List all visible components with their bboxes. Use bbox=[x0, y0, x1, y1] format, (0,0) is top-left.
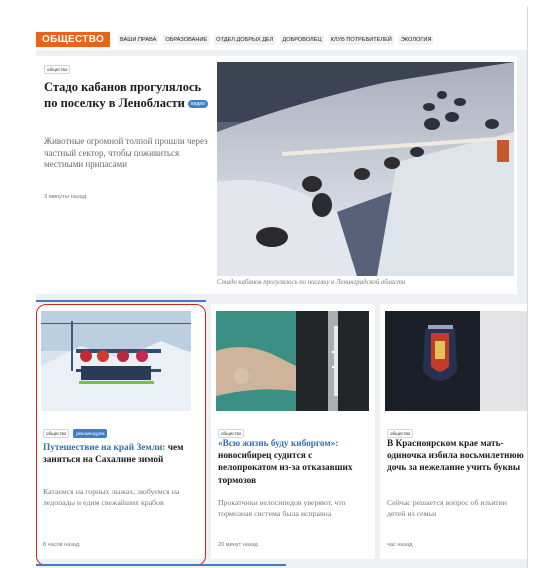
section-divider bbox=[36, 300, 206, 302]
card-lead: Сейчас решается вопрос об изъятии детей … bbox=[387, 498, 507, 518]
right-border bbox=[527, 6, 528, 568]
main-story[interactable]: общество Стадо кабанов прогулялось по по… bbox=[36, 56, 517, 294]
arm-xray-image bbox=[216, 311, 369, 411]
boars-in-snow-image bbox=[217, 62, 514, 276]
page: ОБЩЕСТВО ВАШИ ПРАВА ОБРАЗОВАНИЕ ОТДЕЛ ДО… bbox=[0, 0, 539, 568]
card-title-rest[interactable]: В Красноярском крае мать-одиночка избила… bbox=[387, 439, 524, 473]
main-story-tag[interactable]: общество bbox=[44, 65, 71, 74]
card-image-police[interactable] bbox=[385, 311, 527, 411]
nav-link-volunteer[interactable]: ДОБРОВОЛЕЦ bbox=[280, 35, 324, 45]
nav-link-ecology[interactable]: ЭКОЛОГИЯ bbox=[398, 35, 434, 45]
nav-link-rights[interactable]: ВАШИ ПРАВА bbox=[118, 35, 159, 45]
card-title[interactable]: «Всю жизнь буду киборгом»: новосибирец с… bbox=[218, 438, 368, 487]
card-title-rest[interactable]: новосибирец судится с велопрокатом из-за… bbox=[218, 451, 353, 485]
main-story-title[interactable]: Стадо кабанов прогулялось по поселку в Л… bbox=[44, 80, 209, 111]
video-badge: видео bbox=[188, 99, 208, 108]
nav-link-education[interactable]: ОБРАЗОВАНИЕ bbox=[163, 35, 210, 45]
news-card-krasnoyarsk[interactable]: общество В Красноярском крае мать-одиноч… bbox=[380, 304, 527, 559]
highlight-outline bbox=[36, 304, 206, 566]
card-tag-society[interactable]: общество bbox=[387, 429, 414, 438]
card-time: час назад bbox=[387, 542, 413, 548]
main-story-lead: Животные огромной толпой прошли через ча… bbox=[44, 136, 208, 169]
card-image-xray[interactable] bbox=[216, 311, 369, 411]
main-story-caption: Стадо кабанов прогулялось по поселку в Л… bbox=[217, 279, 406, 286]
bottom-divider bbox=[36, 564, 286, 566]
police-uniform-image bbox=[385, 311, 527, 411]
section-nav: ОБЩЕСТВО ВАШИ ПРАВА ОБРАЗОВАНИЕ ОТДЕЛ ДО… bbox=[36, 32, 526, 50]
main-story-time: 3 минуты назад bbox=[44, 194, 87, 200]
card-title[interactable]: В Красноярском крае мать-одиночка избила… bbox=[387, 438, 527, 475]
card-time: 20 минут назад bbox=[218, 542, 258, 548]
nav-link-good-deeds[interactable]: ОТДЕЛ ДОБРЫХ ДЕЛ bbox=[214, 35, 276, 45]
news-card-cyborg[interactable]: общество «Всю жизнь буду киборгом»: ново… bbox=[211, 304, 375, 559]
section-badge[interactable]: ОБЩЕСТВО bbox=[36, 32, 111, 47]
section-links: ВАШИ ПРАВА ОБРАЗОВАНИЕ ОТДЕЛ ДОБРЫХ ДЕЛ … bbox=[118, 35, 434, 45]
main-story-title-text[interactable]: Стадо кабанов прогулялось по поселку в Л… bbox=[44, 80, 201, 110]
nav-link-consumer-club[interactable]: КЛУБ ПОТРЕБИТЕЛЕЙ bbox=[328, 35, 394, 45]
main-story-image[interactable] bbox=[217, 62, 514, 276]
card-tag-society[interactable]: общество bbox=[218, 429, 245, 438]
card-lead: Прокатчики велосипедов уверяют, что торм… bbox=[218, 498, 346, 518]
card-title-link[interactable]: «Всю жизнь буду киборгом»: bbox=[218, 439, 338, 449]
